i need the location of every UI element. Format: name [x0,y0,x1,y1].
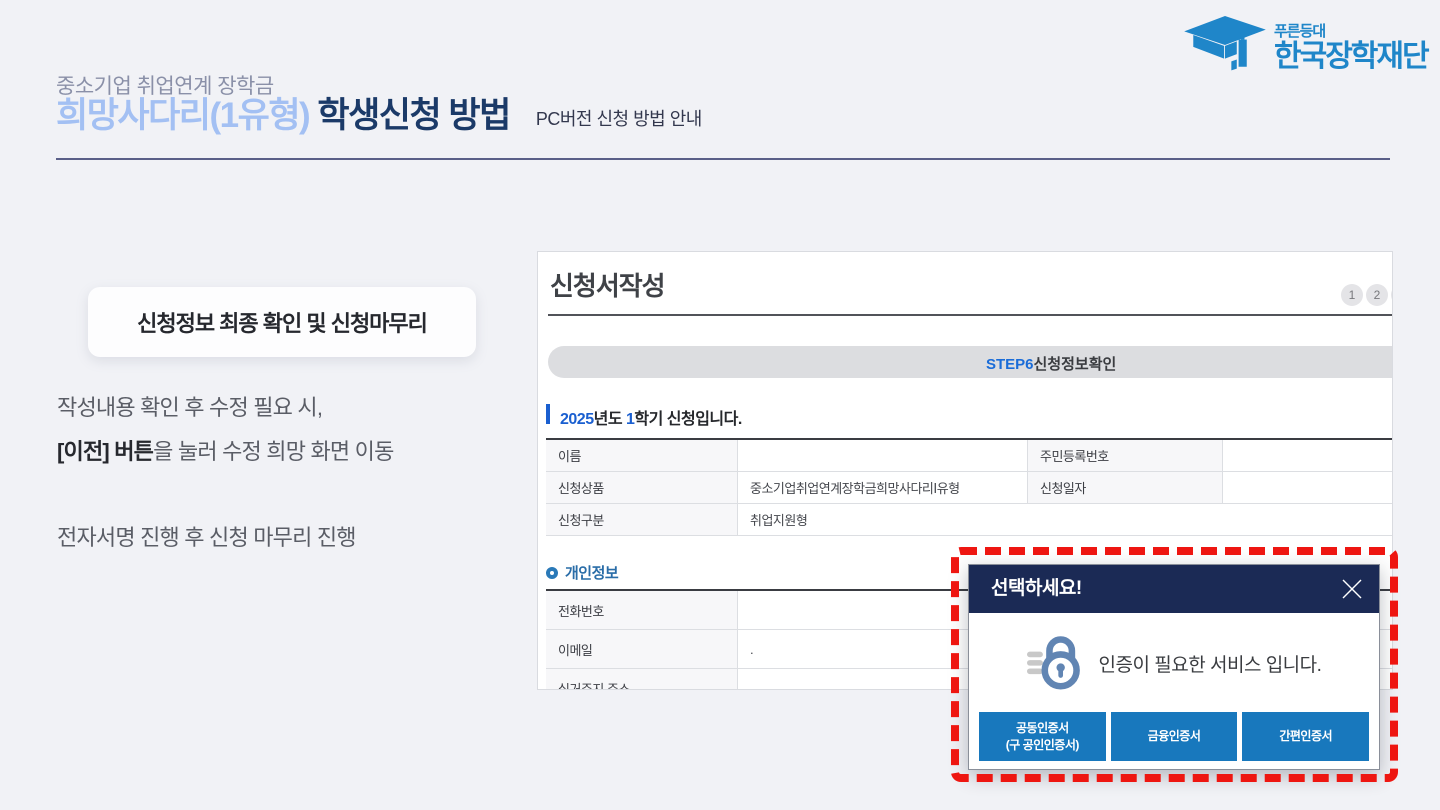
instruction-line-1: 작성내용 확인 후 수정 필요 시, [57,395,322,420]
certificate-select-modal: 선택하세요! 인증이 필요한 서비스 입니다. 공동인증서 (구 공인인증서 [968,564,1380,770]
certificate-buttons: 공동인증서 (구 공인인증서) 금융인증서 간편인증서 [979,712,1369,761]
cell-product-label: 신청상품 [546,472,738,503]
instruction-line-2-rest: 을 눌러 수정 희망 화면 이동 [153,439,393,464]
step-pager: 1 2 [1341,284,1393,306]
cell-name-value [738,440,1028,471]
cell-address-label: 실거주지 주소 [546,669,738,690]
joint-certificate-button[interactable]: 공동인증서 (구 공인인증서) [979,712,1106,761]
joint-certificate-label: 공동인증서 [1016,720,1069,736]
pager-dot-2[interactable]: 2 [1366,284,1388,306]
instruction-line-2-bold: [이전] 버튼 [57,439,153,464]
cell-product-value: 중소기업취업연계장학금희망사다리Ⅰ유형 [738,472,1028,503]
cell-name-label: 이름 [546,440,738,471]
cell-phone-label: 전화번호 [546,591,738,629]
page-title-highlight: 희망사다리(1유형) [56,96,309,135]
step-name: 신청정보확인 [1034,356,1117,373]
cell-rrn-value [1223,440,1393,471]
logo-name: 한국장학재단 [1274,42,1428,72]
instruction-paragraph-2: 전자서명 진행 후 신청 마무리 진행 [57,516,356,560]
step-progress-label: STEP6신청정보확인 [986,353,1116,374]
notice-term-suffix: 학기 신청입니다. [634,411,741,428]
table-row: 신청구분 취업지원형 [546,504,1393,536]
notice-accent-bar [546,404,550,424]
personal-info-section-header: 개인정보 [546,562,618,583]
personal-info-section-title: 개인정보 [565,562,618,583]
cell-email-label: 이메일 [546,630,738,668]
step-summary-badge: 신청정보 최종 확인 및 신청마무리 [88,287,476,357]
section-bullet-icon [546,567,558,579]
page-title-rest: 학생신청 방법 [309,96,510,135]
application-summary-table: 이름 주민등록번호 신청상품 중소기업취업연계장학금희망사다리Ⅰ유형 신청일자 … [546,438,1393,536]
kosaf-logo: 푸른등대 한국장학재단 [1184,16,1428,79]
notice-year: 2025 [560,411,594,428]
instruction-paragraph-1: 작성내용 확인 후 수정 필요 시, [이전] 버튼을 눌러 수정 희망 화면 … [57,386,394,474]
simple-certificate-label: 간편인증서 [1279,728,1332,744]
modal-title: 선택하세요! [991,565,1082,613]
step-progress-bar: STEP6신청정보확인 [548,346,1393,378]
table-row: 신청상품 중소기업취업연계장학금희망사다리Ⅰ유형 신청일자 [546,472,1393,504]
semester-notice: 2025년도 1학기 신청입니다. [560,405,742,429]
page-title-caption: PC버전 신청 방법 안내 [536,105,702,136]
form-title: 신청서작성 [550,266,665,303]
modal-header: 선택하세요! [969,565,1379,613]
pager-dot-1[interactable]: 1 [1341,284,1363,306]
logo-tagline: 푸른등대 [1274,24,1428,39]
cell-category-value: 취업지원형 [738,504,1393,535]
financial-certificate-button[interactable]: 금융인증서 [1111,712,1238,761]
form-title-divider [548,314,1393,316]
cell-date-value [1223,472,1393,503]
joint-certificate-sublabel: (구 공인인증서) [1006,737,1079,753]
graduation-cap-icon [1184,16,1266,79]
cell-rrn-label: 주민등록번호 [1028,440,1223,471]
modal-message-row: 인증이 필요한 서비스 입니다. [969,627,1379,699]
simple-certificate-button[interactable]: 간편인증서 [1242,712,1369,761]
cell-category-label: 신청구분 [546,504,738,535]
modal-message: 인증이 필요한 서비스 입니다. [1099,650,1322,677]
financial-certificate-label: 금융인증서 [1148,728,1201,744]
pager-dot-3[interactable] [1391,284,1393,306]
page-title: 희망사다리(1유형) 학생신청 방법 PC버전 신청 방법 안내 [56,96,702,136]
instruction-line-3: 전자서명 진행 후 신청 마무리 진행 [57,525,356,550]
close-icon[interactable] [1339,576,1365,602]
table-row: 이름 주민등록번호 [546,440,1393,472]
header-divider [56,158,1390,160]
cell-date-label: 신청일자 [1028,472,1223,503]
lock-icon [1027,631,1085,696]
notice-year-suffix: 년도 [594,411,626,428]
step-number: STEP6 [986,356,1034,373]
